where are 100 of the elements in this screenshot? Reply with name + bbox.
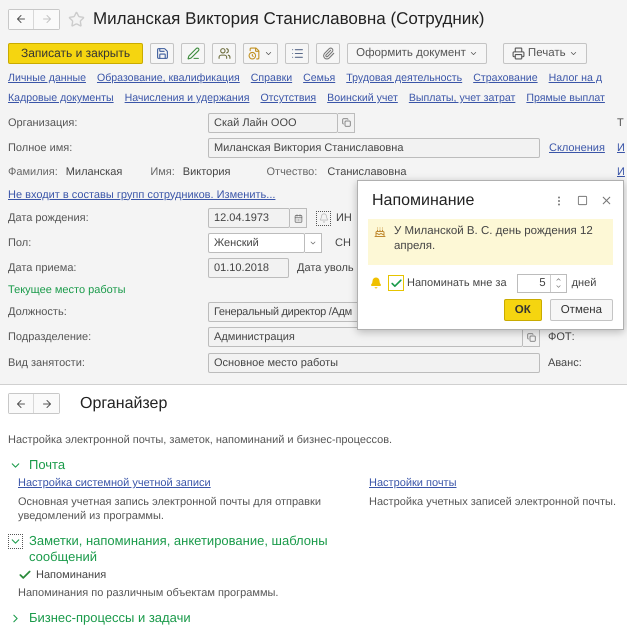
declension-link[interactable]: Склонения: [549, 142, 605, 154]
back-button[interactable]: [9, 10, 34, 28]
full-name-field[interactable]: Миланская Виктория Станиславовна: [208, 138, 540, 158]
edge-link[interactable]: И: [617, 166, 627, 178]
section-header[interactable]: Бизнес-процессы и задачи: [8, 610, 338, 626]
section-link[interactable]: Кадровые документы: [8, 92, 114, 104]
link-description: Настройка учетных записей электронной почты.: [369, 495, 617, 509]
field-label: Подразделение:: [8, 331, 92, 343]
back-button[interactable]: [9, 394, 34, 413]
ok-button[interactable]: ОК: [504, 299, 542, 321]
field-label: ИН: [336, 212, 352, 224]
unit-label: дней: [572, 277, 596, 289]
right-arrow-icon: [40, 13, 52, 25]
field-label: Отчество:: [266, 166, 318, 178]
toolbar-button[interactable]: [212, 42, 236, 64]
close-button[interactable]: [600, 194, 613, 208]
maximize-icon: [577, 195, 588, 206]
employee-groups-link[interactable]: Не входит в составы групп сотрудников. Изменить...: [8, 188, 276, 200]
field-label: Дата приема:: [8, 262, 78, 274]
open-button[interactable]: [338, 112, 355, 132]
field-label: Фамилия:: [8, 166, 58, 178]
toolbar-button[interactable]: [243, 42, 278, 64]
right-arrow-icon: [40, 398, 52, 410]
field-value: Виктория: [182, 166, 230, 178]
calendar-button[interactable]: [290, 208, 307, 228]
remind-checkbox[interactable]: [388, 275, 404, 291]
section-link[interactable]: Воинский учет: [327, 92, 398, 104]
toolbar-button[interactable]: [285, 42, 310, 64]
printer-icon: [512, 46, 525, 60]
paperclip-icon: [322, 46, 335, 60]
reminder-bell-button[interactable]: [316, 210, 331, 226]
toolbar-button[interactable]: [150, 42, 174, 64]
hire-date-field[interactable]: 01.10.2018: [208, 258, 289, 278]
settings-link[interactable]: Настройка системной учетной записи: [18, 477, 211, 489]
position-field[interactable]: Генеральный директор /Адм: [208, 302, 360, 322]
save-icon: [156, 46, 169, 60]
section-link[interactable]: Справки: [250, 72, 292, 84]
close-icon: [600, 194, 613, 208]
favorite-star-icon[interactable]: [68, 10, 85, 28]
section-link[interactable]: Семья: [303, 72, 336, 84]
calendar-icon: [294, 214, 302, 222]
checkbox-label: Напоминать мне за: [407, 277, 507, 289]
days-spin-field[interactable]: 5: [516, 274, 567, 292]
up-icon[interactable]: [554, 276, 562, 283]
checkbox-label: Напоминания: [36, 569, 106, 581]
field-label: Пол:: [8, 236, 32, 248]
toolbar-button[interactable]: [181, 42, 206, 64]
field-value: Станиславовна: [327, 166, 406, 178]
field-label: Должность:: [8, 306, 68, 318]
field-label: Организация:: [8, 116, 78, 128]
section-title: Текущее место работы: [8, 284, 126, 296]
left-arrow-icon: [15, 13, 27, 25]
checkmark-icon: [18, 568, 32, 582]
people-icon: [218, 46, 231, 60]
employment-type-field[interactable]: Основное место работы: [208, 352, 540, 372]
section-link[interactable]: Трудовая деятельность: [346, 72, 462, 84]
document-clock-icon: [248, 46, 262, 60]
field-label: Вид занятости:: [8, 356, 86, 368]
field-label: Аванс:: [548, 356, 582, 368]
section-link[interactable]: Личные данные: [8, 72, 86, 84]
down-icon[interactable]: [554, 283, 562, 290]
link-description: Основная учетная запись электронной почты для отправки уведомлений из программы.: [18, 495, 322, 523]
department-field[interactable]: Администрация: [208, 327, 523, 347]
menu-button[interactable]: Оформить документ: [347, 42, 487, 64]
dialog-title: Напоминание: [372, 192, 474, 210]
section-link[interactable]: Начисления и удержания: [124, 92, 250, 104]
field-label: ФОТ:: [548, 331, 575, 343]
bell-icon: [370, 277, 382, 289]
organization-field[interactable]: Скай Лайн ООО: [208, 112, 338, 132]
maximize-button[interactable]: [577, 195, 588, 206]
open-window-icon: [342, 118, 350, 127]
forward-button[interactable]: [34, 394, 59, 413]
section-link[interactable]: Выплаты, учет затрат: [408, 92, 516, 104]
field-label: Имя:: [150, 166, 175, 178]
checkmark-icon: [390, 276, 402, 290]
field-label: Т: [617, 116, 625, 128]
section-link[interactable]: Отсутствия: [260, 92, 316, 104]
list-icon: [290, 46, 304, 60]
toolbar-button[interactable]: [316, 42, 340, 64]
save-and-close-button[interactable]: Записать и закрыть: [8, 42, 144, 64]
edge-link[interactable]: И: [617, 142, 627, 154]
section-header[interactable]: Почта: [8, 457, 338, 473]
settings-link[interactable]: Настройки почты: [369, 477, 457, 489]
reminder-message: У Миланской В. С. день рождения 12 апреля.: [394, 224, 594, 254]
print-menu-button[interactable]: Печать: [502, 42, 587, 64]
left-arrow-icon: [15, 398, 27, 410]
field-label: Полное имя:: [8, 142, 74, 154]
section-link[interactable]: Прямые выплат: [526, 92, 605, 104]
section-header[interactable]: Заметки, напоминания, анкетирование, шаблоны сообщений: [8, 533, 338, 565]
section-link[interactable]: Страхование: [473, 72, 538, 84]
field-value: Миланская: [66, 166, 122, 178]
cancel-button[interactable]: Отмена: [550, 299, 613, 321]
field-label: Дата рождения:: [8, 212, 90, 224]
panel-description: Настройка электронной почты, заметок, напоминаний и бизнес-процессов.: [8, 433, 394, 447]
birth-date-field[interactable]: 12.04.1973: [208, 208, 290, 228]
pen-icon: [186, 46, 200, 60]
section-link[interactable]: Налог на д: [548, 72, 602, 84]
gender-select[interactable]: Женский: [208, 232, 305, 252]
section-link[interactable]: Образование, квалификация: [96, 72, 240, 84]
panel-title: Органайзер: [80, 394, 168, 412]
